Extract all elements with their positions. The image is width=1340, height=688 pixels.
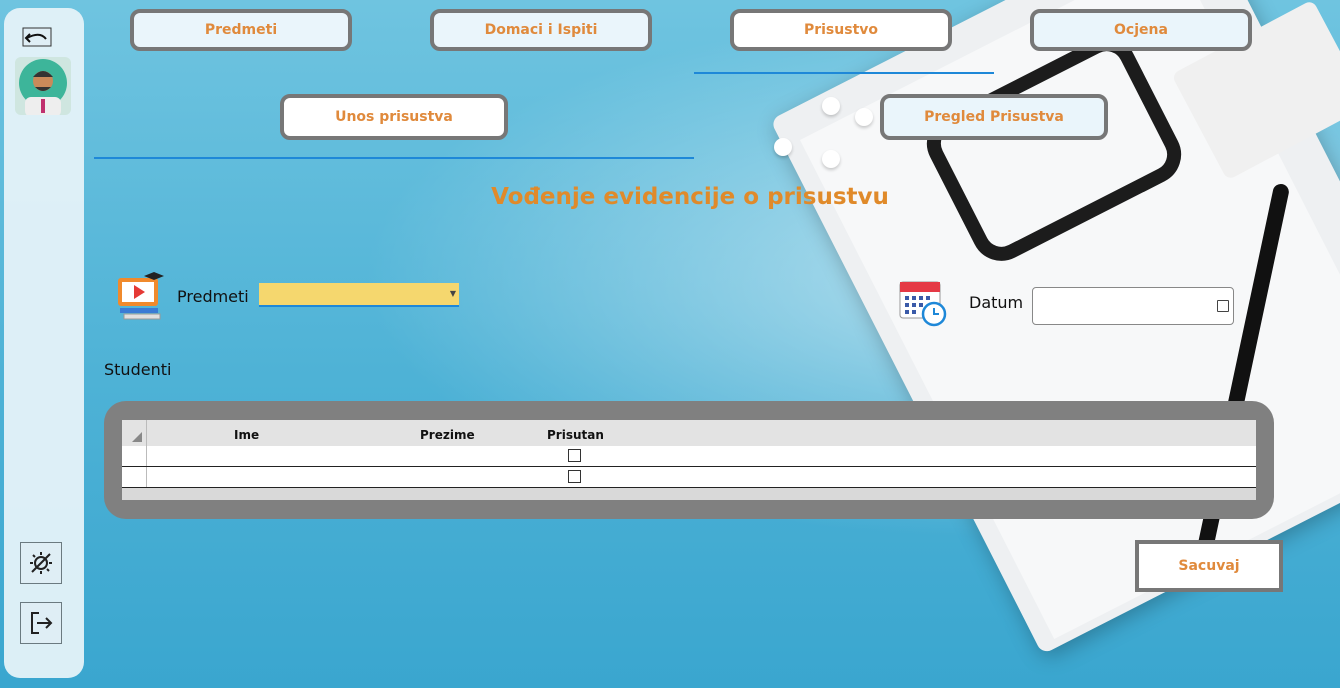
tab-pregled-prisustva[interactable]: Pregled Prisustva <box>880 94 1108 140</box>
table-row[interactable] <box>122 467 1256 488</box>
table-row[interactable] <box>122 446 1256 467</box>
pill-decoration <box>774 138 792 156</box>
column-header-prezime[interactable]: Prezime <box>420 428 475 442</box>
page-title: Vođenje evidencije o prisustvu <box>491 184 889 210</box>
user-avatar[interactable] <box>15 57 71 115</box>
pill-decoration <box>822 97 840 115</box>
tab-prisustvo[interactable]: Prisustvo <box>730 9 952 51</box>
predmeti-dropdown[interactable]: ▼ <box>259 283 459 307</box>
select-all-corner[interactable] <box>122 420 147 446</box>
active-tab-underline <box>694 72 994 74</box>
theme-toggle-icon <box>30 552 52 574</box>
undo-icon <box>22 27 52 47</box>
logout-button[interactable] <box>20 602 62 644</box>
calendar-picker-icon[interactable] <box>1217 300 1229 312</box>
avatar-icon <box>19 59 67 115</box>
subject-icon <box>114 270 164 322</box>
students-grid[interactable]: Ime Prezime Prisutan <box>122 420 1256 500</box>
datum-label: Datum <box>969 293 1024 312</box>
column-header-prisutan[interactable]: Prisutan <box>547 428 604 442</box>
tab-ocjena[interactable]: Ocjena <box>1030 9 1252 51</box>
prisutan-checkbox[interactable] <box>568 470 581 483</box>
pill-decoration <box>822 150 840 168</box>
tab-predmeti[interactable]: Predmeti <box>130 9 352 51</box>
undo-button[interactable] <box>21 26 53 48</box>
row-header[interactable] <box>122 446 147 466</box>
tab-domaci-i-ispiti[interactable]: Domaci i Ispiti <box>430 9 652 51</box>
logout-icon <box>31 612 53 634</box>
grid-header: Ime Prezime Prisutan <box>122 420 1256 446</box>
save-button[interactable]: Sacuvaj <box>1135 540 1283 592</box>
datum-picker[interactable] <box>1032 287 1234 325</box>
column-header-ime[interactable]: Ime <box>234 428 259 442</box>
prisutan-checkbox[interactable] <box>568 449 581 462</box>
tab-unos-prisustva[interactable]: Unos prisustva <box>280 94 508 140</box>
studenti-label: Studenti <box>104 360 172 379</box>
calendar-icon <box>898 278 948 328</box>
row-header[interactable] <box>122 467 147 487</box>
theme-toggle-button[interactable] <box>20 542 62 584</box>
active-subtab-underline <box>94 157 694 159</box>
pill-decoration <box>855 108 873 126</box>
predmeti-label: Predmeti <box>177 287 249 306</box>
chevron-down-icon: ▼ <box>449 289 456 298</box>
